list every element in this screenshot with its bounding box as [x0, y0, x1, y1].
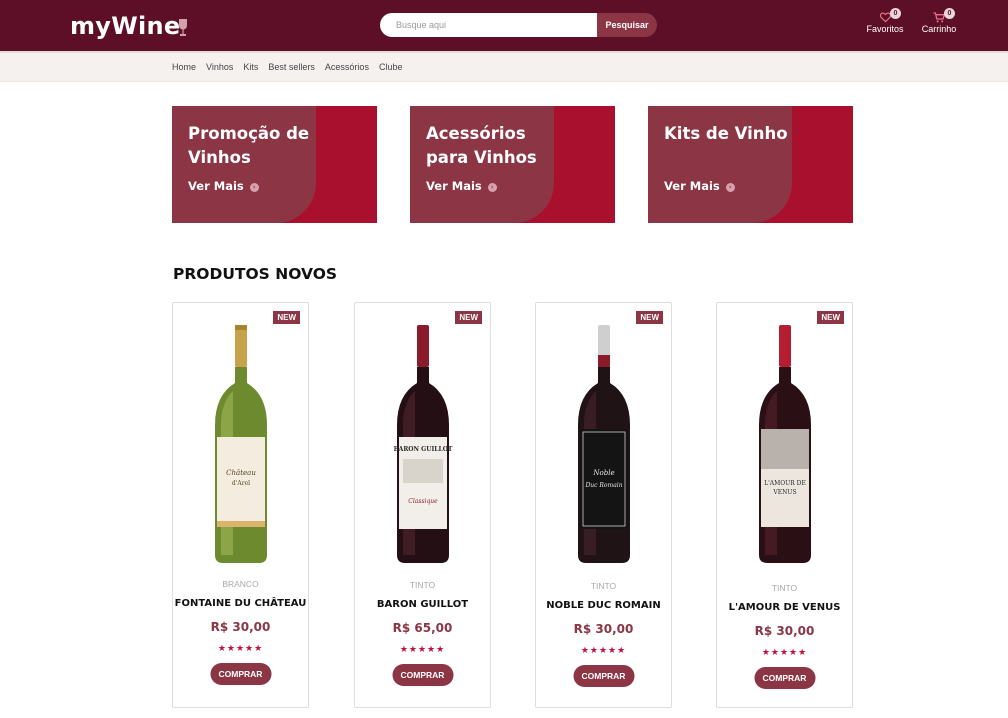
- svg-text:d'Arel: d'Arel: [231, 480, 249, 487]
- cart-count-badge: 0: [944, 8, 955, 19]
- svg-text:Noble: Noble: [592, 469, 614, 477]
- cart-button[interactable]: 0 Carrinho: [920, 8, 958, 34]
- product-type: BRANCO: [222, 579, 259, 589]
- product-type: TINTO: [590, 581, 617, 591]
- new-badge: NEW: [636, 311, 663, 324]
- logo[interactable]: myWine: [70, 12, 181, 40]
- promo-title: Promoção de Vinhos: [188, 124, 310, 167]
- main-nav: Home Vinhos Kits Best sellers Acessórios…: [0, 51, 1008, 82]
- product-name[interactable]: BARON GUILLOT: [355, 599, 490, 610]
- promo-title: Acessórios para Vinhos: [426, 124, 537, 167]
- red-wine-bottle-image: Noble Duc Romain: [577, 325, 630, 563]
- search-button[interactable]: Pesquisar: [597, 13, 657, 37]
- cart-label: Carrinho: [921, 24, 957, 34]
- buy-button[interactable]: COMPRAR: [573, 665, 634, 687]
- product-name[interactable]: L'AMOUR DE VENUS: [717, 602, 852, 613]
- cart-icon: 0: [920, 8, 958, 23]
- favorites-count-badge: 0: [890, 8, 901, 19]
- search-bar: Pesquisar: [380, 13, 657, 37]
- star-rating: ★★★★★: [580, 645, 627, 655]
- product-price: R$ 30,00: [573, 622, 634, 636]
- chevron-right-icon: ›: [487, 183, 497, 192]
- chevron-right-icon: ›: [725, 183, 735, 192]
- product-price: R$ 65,00: [392, 621, 453, 635]
- star-rating: ★★★★★: [399, 644, 446, 654]
- wine-glass-icon: [179, 19, 187, 36]
- promo-more-link[interactable]: Ver Mais ›: [426, 179, 497, 193]
- promo-banner-acessorios[interactable]: Acessórios para Vinhos Ver Mais ›: [410, 106, 615, 223]
- svg-text:Classique: Classique: [408, 498, 438, 505]
- nav-item-acessorios[interactable]: Acessórios: [325, 62, 369, 72]
- white-wine-bottle-image: Château d'Arel: [214, 325, 267, 563]
- promo-banner-promocao[interactable]: Promoção de Vinhos Ver Mais ›: [172, 106, 377, 223]
- product-name[interactable]: NOBLE DUC ROMAIN: [536, 600, 671, 611]
- buy-button[interactable]: COMPRAR: [210, 663, 271, 685]
- product-price: R$ 30,00: [754, 624, 815, 638]
- svg-text:L'AMOUR DE: L'AMOUR DE: [764, 480, 806, 487]
- new-badge: NEW: [817, 311, 844, 324]
- heart-icon: 0: [866, 8, 904, 23]
- product-type: TINTO: [409, 580, 436, 590]
- buy-button[interactable]: COMPRAR: [754, 667, 815, 689]
- product-price: R$ 30,00: [210, 620, 271, 634]
- red-wine-bottle-image: L'AMOUR DE VENUS: [758, 325, 811, 563]
- nav-item-best-sellers[interactable]: Best sellers: [268, 62, 315, 72]
- promo-more-label: Ver Mais: [426, 179, 482, 193]
- product-card[interactable]: NEW Noble Duc Romain TINTO NOBLE DUC ROM…: [535, 302, 672, 708]
- buy-button[interactable]: COMPRAR: [392, 664, 453, 686]
- promo-more-label: Ver Mais: [188, 179, 244, 193]
- promo-more-label: Ver Mais: [664, 179, 720, 193]
- promo-banner-kits[interactable]: Kits de Vinho Ver Mais ›: [648, 106, 853, 223]
- svg-text:BARON GUILLOT: BARON GUILLOT: [393, 446, 452, 453]
- product-name[interactable]: FONTAINE DU CHÂTEAU: [173, 598, 308, 609]
- product-card[interactable]: NEW BARON GUILLOT Classique TINTO BARON …: [354, 302, 491, 708]
- favorites-label: Favoritos: [866, 24, 904, 34]
- search-input[interactable]: [380, 13, 598, 37]
- nav-item-vinhos[interactable]: Vinhos: [206, 62, 233, 72]
- product-type: TINTO: [771, 583, 798, 593]
- svg-text:Duc Romain: Duc Romain: [584, 482, 622, 489]
- new-badge: NEW: [455, 311, 482, 324]
- new-badge: NEW: [273, 311, 300, 324]
- promo-more-link[interactable]: Ver Mais ›: [664, 179, 735, 193]
- star-rating: ★★★★★: [217, 643, 264, 653]
- site-header: myWine Pesquisar 0 Favoritos 0 Carrinho: [0, 0, 1008, 51]
- product-card[interactable]: NEW L'AMOUR DE VENUS TINTO L'AMOUR DE VE…: [716, 302, 853, 708]
- nav-item-clube[interactable]: Clube: [379, 62, 403, 72]
- favorites-button[interactable]: 0 Favoritos: [866, 8, 904, 34]
- product-card[interactable]: NEW Château d'Arel BRANCO FONTAINE DU CH…: [172, 302, 309, 708]
- section-title: PRODUTOS NOVOS: [173, 265, 338, 283]
- svg-text:VENUS: VENUS: [772, 489, 796, 496]
- promo-more-link[interactable]: Ver Mais ›: [188, 179, 259, 193]
- star-rating: ★★★★★: [761, 647, 808, 657]
- promo-title: Kits de Vinho: [664, 124, 788, 143]
- nav-item-kits[interactable]: Kits: [243, 62, 258, 72]
- nav-item-home[interactable]: Home: [172, 62, 196, 72]
- chevron-right-icon: ›: [249, 183, 259, 192]
- red-wine-bottle-image: BARON GUILLOT Classique: [393, 325, 452, 563]
- svg-text:Château: Château: [226, 469, 256, 477]
